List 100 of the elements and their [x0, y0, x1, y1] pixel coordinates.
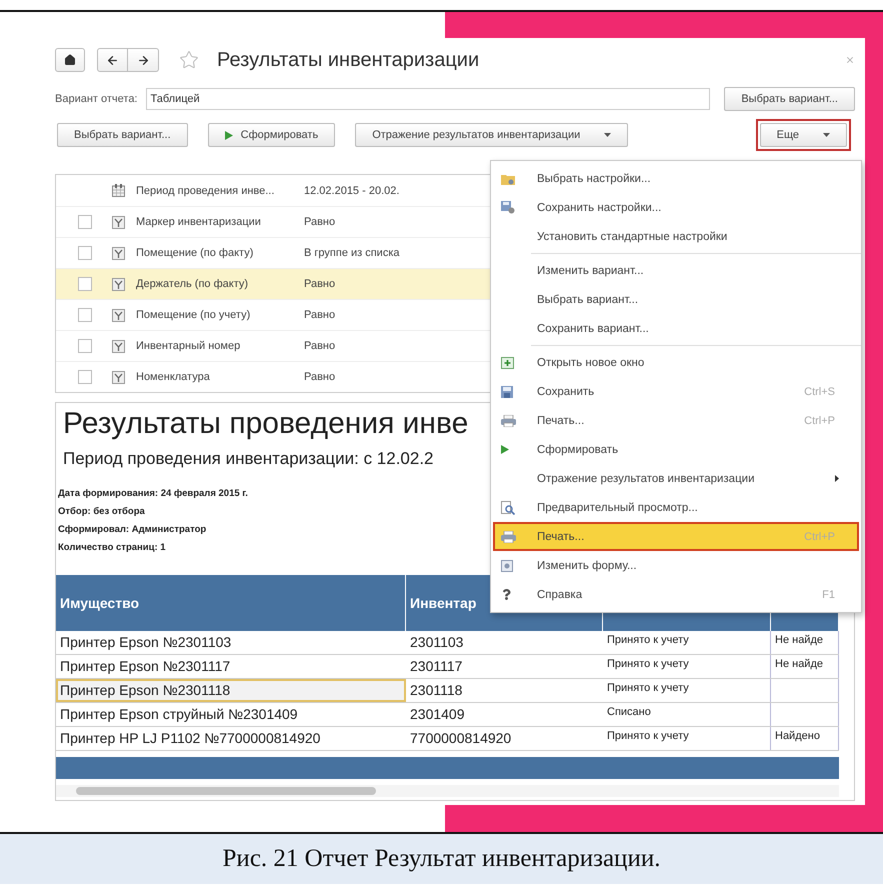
table-cell-text: Принтер HP LJ P1102 №7700000814920	[59, 729, 322, 748]
table-cell-text: 2301409	[409, 705, 466, 724]
toolbar-button[interactable]: Выбрать вариант...	[57, 123, 188, 147]
menu-item[interactable]: Установить стандартные настройки	[493, 222, 859, 251]
settings-row[interactable]: Держатель (по факту) Равно	[56, 268, 492, 299]
checkbox[interactable]	[78, 308, 92, 322]
menu-item[interactable]: Сохранить настройки...	[493, 193, 859, 222]
filter-icon	[112, 370, 124, 384]
table-cell-text: Принтер Epson струйный №2301409	[59, 705, 299, 724]
report-meta-line: Количество страниц: 1	[58, 541, 166, 555]
home-icon	[64, 54, 76, 66]
shortcut-label: Ctrl+P	[803, 414, 835, 426]
report-meta-line: Дата формирования: 24 февраля 2015 г.	[58, 487, 248, 501]
help-icon	[501, 589, 512, 600]
menu-item[interactable]: Выбрать вариант...	[493, 285, 859, 314]
filter-icon	[112, 308, 124, 322]
table-cell: Списано	[603, 703, 771, 726]
setting-name: Помещение (по учету)	[136, 309, 252, 321]
filter-icon	[112, 246, 124, 260]
close-icon[interactable]	[845, 55, 855, 65]
table-cell-text: Принтер Epson №2301117	[59, 657, 232, 676]
report-meta-line: Сформировал: Администратор	[58, 523, 206, 537]
window-title: Результаты инвентаризации	[217, 48, 480, 72]
menu-item[interactable]: Отражение результатов инвентаризации	[493, 464, 859, 493]
table-cell-text: 2301118	[409, 681, 464, 700]
menu-item[interactable]: Сохранить Ctrl+S	[493, 377, 859, 406]
filter-icon	[112, 340, 124, 352]
menu-item[interactable]: Выбрать настройки...	[493, 164, 859, 193]
setting-name: Инвентарный номер	[136, 340, 242, 352]
setting-condition: Равно	[303, 371, 336, 383]
table-cell: Принято к учету	[603, 655, 771, 678]
figure-caption: Рис. 21 Отчет Результат инвентаризации.	[222, 845, 660, 873]
forward-button[interactable]	[128, 48, 159, 72]
printer-icon	[501, 530, 516, 542]
filter-icon	[112, 278, 124, 290]
setting-condition: Равно	[303, 309, 336, 321]
checkbox[interactable]	[78, 339, 92, 353]
play-icon	[224, 130, 233, 140]
menu-item[interactable]: Изменить вариант...	[493, 256, 859, 285]
setting-condition: Равно	[303, 216, 336, 228]
setting-condition: Равно	[303, 340, 336, 352]
checkbox[interactable]	[78, 215, 92, 229]
setting-condition: В группе из списка	[303, 247, 401, 259]
shortcut-label: F1	[821, 588, 835, 600]
menu-item[interactable]: Печать... Ctrl+P	[493, 522, 859, 551]
setting-name: Маркер инвентаризации	[136, 216, 262, 228]
table-cell: Принято к учету	[603, 727, 771, 750]
table-cell: Принято к учету	[603, 631, 771, 654]
shortcut-label: Ctrl+P	[803, 530, 835, 542]
setting-condition: Равно	[303, 278, 336, 290]
toolbar-button[interactable]: Еще	[760, 123, 847, 147]
checkbox[interactable]	[78, 277, 92, 291]
table-cell: Принято к учету	[603, 679, 771, 702]
play-icon	[501, 445, 509, 454]
back-arrow-icon	[106, 54, 119, 66]
favorite-star-icon[interactable]	[179, 50, 199, 70]
forward-arrow-icon	[136, 54, 150, 66]
column-header: Имущество	[56, 575, 406, 631]
variant-label: Вариант отчета:	[55, 93, 138, 105]
setting-name: Номенклатура	[136, 371, 211, 383]
caret-icon	[823, 133, 830, 137]
table-cell-text: 2301103	[409, 633, 464, 652]
setting-name: Держатель (по факту)	[136, 278, 250, 290]
report-subtitle: Период проведения инвентаризации: с 12.02.2	[63, 449, 434, 469]
table-cell: Принтер Epson №2301118	[56, 679, 406, 702]
choose-variant-button[interactable]: Выбрать вариант...	[724, 87, 855, 111]
home-button[interactable]	[55, 48, 85, 72]
folder-icon	[501, 172, 515, 184]
table-cell-text: 2301117	[409, 657, 464, 676]
menu-item[interactable]: Сохранить вариант...	[493, 314, 859, 343]
variant-field[interactable]: Таблицей	[146, 88, 710, 110]
horizontal-scrollbar[interactable]	[56, 785, 839, 797]
report-meta-line: Отбор: без отбора	[58, 505, 145, 519]
table-cell-text: Принтер Epson №2301103	[59, 633, 232, 652]
toolbar-button[interactable]: Сформировать	[208, 123, 336, 147]
checkbox[interactable]	[78, 246, 92, 260]
toolbar-button[interactable]: Отражение результатов инвентаризации	[355, 123, 628, 147]
menu-item[interactable]: Сформировать	[493, 435, 859, 464]
shortcut-label: Ctrl+S	[803, 386, 835, 398]
report-title: Результаты проведения инве	[63, 407, 468, 441]
submenu-arrow-icon	[835, 475, 839, 482]
setting-condition: 12.02.2015 - 20.02.	[303, 184, 400, 196]
disk-icon	[501, 201, 515, 214]
table-cell: Не найде	[771, 631, 839, 654]
printer-icon	[501, 414, 516, 426]
caret-icon	[604, 133, 612, 137]
back-button[interactable]	[97, 48, 128, 72]
filter-icon	[112, 216, 124, 228]
calendar-icon	[112, 184, 124, 197]
new-window-icon	[501, 356, 514, 368]
menu-item[interactable]: Печать... Ctrl+P	[493, 406, 859, 435]
preview-icon	[501, 500, 515, 514]
setting-name: Помещение (по факту)	[136, 247, 254, 259]
table-cell: Не найде	[771, 655, 839, 678]
menu-item[interactable]: Предварительный просмотр...	[493, 493, 859, 522]
checkbox[interactable]	[78, 370, 92, 384]
setting-name: Период проведения инве...	[136, 184, 276, 196]
table-cell-text: 7700000814920	[409, 729, 512, 748]
menu-item[interactable]: Открыть новое окно	[493, 348, 859, 377]
table-cell: Найдено	[771, 727, 839, 750]
